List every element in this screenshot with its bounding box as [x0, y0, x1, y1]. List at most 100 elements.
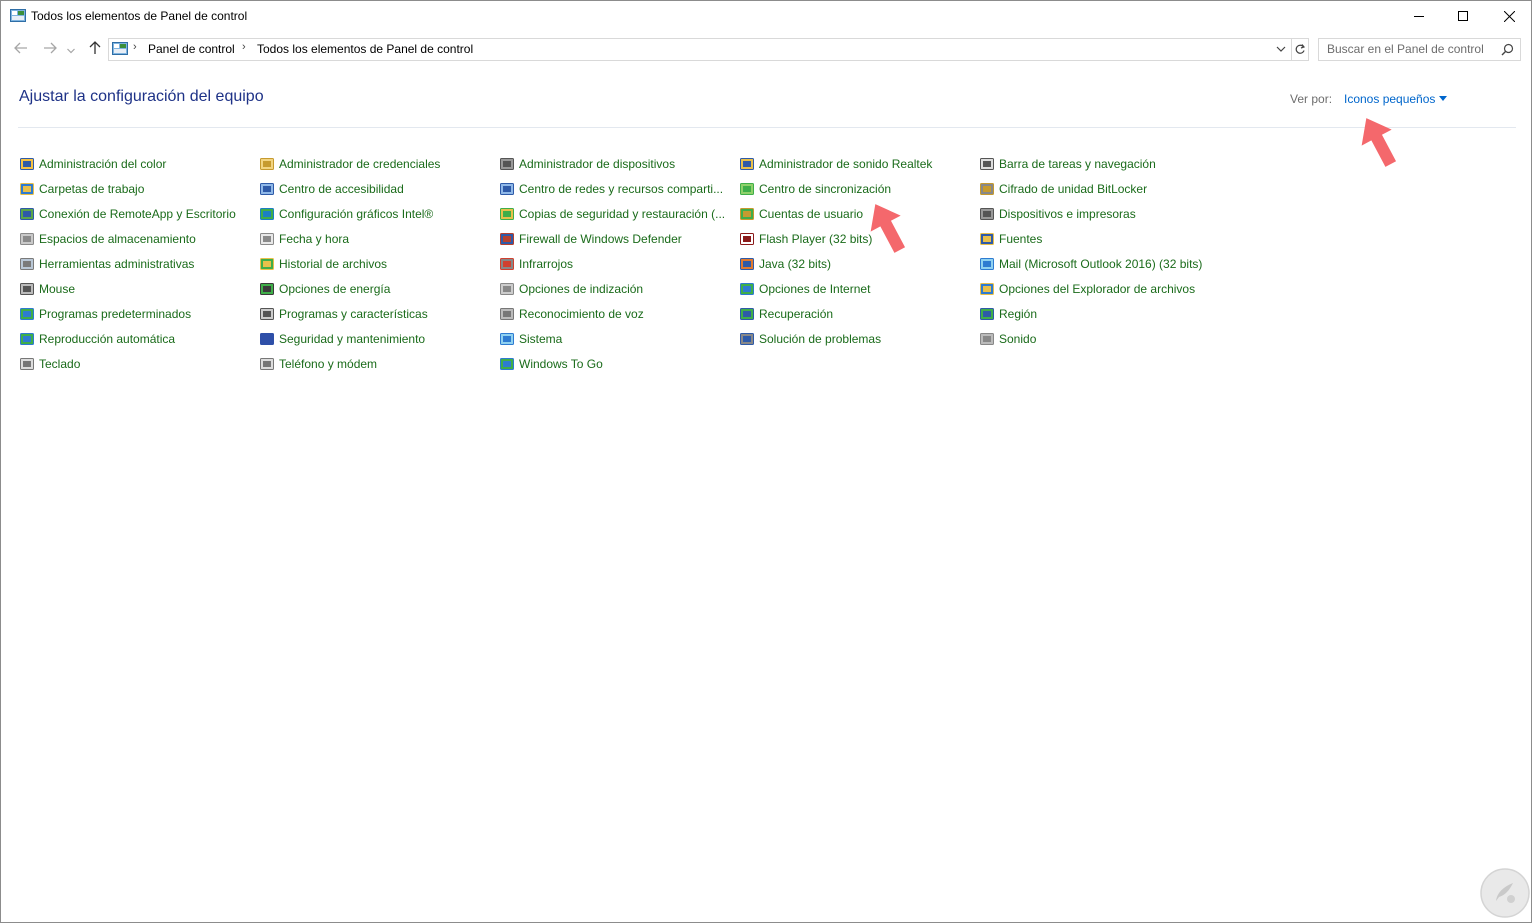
- control-panel-item[interactable]: Conexión de RemoteApp y Escritorio: [19, 204, 236, 224]
- minimize-button[interactable]: [1396, 1, 1442, 31]
- mouse-icon: [20, 283, 34, 295]
- forward-arrow-icon: [44, 42, 57, 54]
- control-panel-item[interactable]: Fecha y hora: [259, 229, 349, 249]
- control-panel-item-label: Administrador de credenciales: [279, 157, 441, 171]
- search-input[interactable]: Buscar en el Panel de control: [1318, 38, 1521, 61]
- control-panel-item[interactable]: Historial de archivos: [259, 254, 387, 274]
- sync-center-icon: [740, 183, 754, 195]
- control-panel-item[interactable]: Cifrado de unidad BitLocker: [979, 179, 1147, 199]
- control-panel-item-label: Sistema: [519, 332, 563, 346]
- control-panel-item[interactable]: Infrarrojos: [499, 254, 573, 274]
- control-panel-item[interactable]: Sonido: [979, 329, 1036, 349]
- control-panel-item-label: Recuperación: [759, 307, 834, 321]
- region-icon: [980, 308, 994, 320]
- site-logo-watermark: [1480, 868, 1530, 918]
- control-panel-item[interactable]: Mouse: [19, 279, 75, 299]
- control-panel-item[interactable]: Copias de seguridad y restauración (...: [499, 204, 725, 224]
- up-button[interactable]: [86, 41, 104, 57]
- control-panel-item[interactable]: Opciones del Explorador de archivos: [979, 279, 1195, 299]
- control-panel-item-label: Espacios de almacenamiento: [39, 232, 196, 246]
- autoplay-icon: [20, 333, 34, 345]
- control-panel-item[interactable]: Opciones de energía: [259, 279, 390, 299]
- control-panel-item[interactable]: Flash Player (32 bits): [739, 229, 872, 249]
- breadcrumb-all-items[interactable]: Todos los elementos de Panel de control: [257, 42, 473, 56]
- forward-button[interactable]: [41, 41, 59, 57]
- control-panel-item-label: Sonido: [999, 332, 1037, 346]
- control-panel-item[interactable]: Firewall de Windows Defender: [499, 229, 682, 249]
- control-panel-item[interactable]: Programas predeterminados: [19, 304, 191, 324]
- programs-features-icon: [260, 308, 274, 320]
- control-panel-item[interactable]: Fuentes: [979, 229, 1042, 249]
- breadcrumb-control-panel[interactable]: Panel de control: [148, 42, 235, 56]
- admin-tools-icon: [20, 258, 34, 270]
- control-panel-item[interactable]: Teléfono y módem: [259, 354, 377, 374]
- window-title: Todos los elementos de Panel de control: [31, 9, 248, 23]
- control-panel-item[interactable]: Reproducción automática: [19, 329, 175, 349]
- close-button[interactable]: [1486, 1, 1532, 31]
- control-panel-item[interactable]: Java (32 bits): [739, 254, 831, 274]
- control-panel-item[interactable]: Herramientas administrativas: [19, 254, 194, 274]
- mail-icon: [980, 258, 994, 270]
- control-panel-item[interactable]: Carpetas de trabajo: [19, 179, 144, 199]
- control-panel-item[interactable]: Centro de accesibilidad: [259, 179, 404, 199]
- control-panel-item[interactable]: Cuentas de usuario: [739, 204, 863, 224]
- control-panel-item-label: Mouse: [39, 282, 76, 296]
- address-history-button[interactable]: [1273, 39, 1289, 60]
- search-icon: [1501, 43, 1514, 56]
- control-panel-item[interactable]: Administración del color: [19, 154, 166, 174]
- control-panel-item[interactable]: Mail (Microsoft Outlook 2016) (32 bits): [979, 254, 1202, 274]
- control-panel-item-label: Teléfono y módem: [279, 357, 378, 371]
- control-panel-item[interactable]: Administrador de dispositivos: [499, 154, 675, 174]
- work-folders-icon: [20, 183, 34, 195]
- sound-icon: [980, 333, 994, 345]
- intel-graphics-icon: [260, 208, 274, 220]
- control-panel-item[interactable]: Sistema: [499, 329, 562, 349]
- control-panel-item[interactable]: Configuración gráficos Intel®: [259, 204, 433, 224]
- address-bar[interactable]: › Panel de control › Todos los elementos…: [108, 38, 1309, 61]
- control-panel-item-label: Centro de accesibilidad: [279, 182, 404, 196]
- control-panel-item-label: Cuentas de usuario: [759, 207, 864, 221]
- control-panel-item[interactable]: Barra de tareas y navegación: [979, 154, 1156, 174]
- back-button[interactable]: [12, 41, 30, 57]
- control-panel-item-label: Opciones del Explorador de archivos: [999, 282, 1196, 296]
- recent-locations-button[interactable]: [65, 41, 77, 57]
- control-panel-item[interactable]: Centro de redes y recursos comparti...: [499, 179, 723, 199]
- infrared-icon: [500, 258, 514, 270]
- view-by-label: Ver por:: [1290, 92, 1333, 106]
- network-center-icon: [500, 183, 514, 195]
- control-panel-item[interactable]: Recuperación: [739, 304, 833, 324]
- control-panel-item[interactable]: Opciones de Internet: [739, 279, 870, 299]
- view-by-dropdown[interactable]: Iconos pequeños: [1344, 92, 1435, 106]
- control-panel-item[interactable]: Región: [979, 304, 1037, 324]
- security-flag-icon: [260, 333, 274, 345]
- control-panel-item-label: Centro de redes y recursos comparti...: [519, 182, 724, 196]
- control-panel-item[interactable]: Reconocimiento de voz: [499, 304, 644, 324]
- search-placeholder: Buscar en el Panel de control: [1327, 42, 1484, 56]
- control-panel-item[interactable]: Windows To Go: [499, 354, 603, 374]
- control-panel-item[interactable]: Administrador de sonido Realtek: [739, 154, 932, 174]
- close-icon: [1503, 10, 1515, 22]
- dropdown-caret-icon[interactable]: [1439, 96, 1447, 101]
- control-panel-item[interactable]: Administrador de credenciales: [259, 154, 440, 174]
- maximize-button[interactable]: [1440, 1, 1486, 31]
- control-panel-item[interactable]: Programas y características: [259, 304, 428, 324]
- default-programs-icon: [20, 308, 34, 320]
- minimize-icon: [1414, 16, 1424, 17]
- bitlocker-icon: [980, 183, 994, 195]
- control-panel-item[interactable]: Opciones de indización: [499, 279, 643, 299]
- control-panel-item[interactable]: Teclado: [19, 354, 80, 374]
- control-panel-item[interactable]: Solución de problemas: [739, 329, 881, 349]
- control-panel-item[interactable]: Centro de sincronización: [739, 179, 891, 199]
- title-bar: Todos los elementos de Panel de control: [1, 1, 1531, 32]
- control-panel-item-label: Windows To Go: [519, 357, 603, 371]
- control-panel-item-label: Administrador de dispositivos: [519, 157, 676, 171]
- control-panel-item[interactable]: Espacios de almacenamiento: [19, 229, 196, 249]
- power-options-icon: [260, 283, 274, 295]
- control-panel-item-label: Java (32 bits): [759, 257, 832, 271]
- refresh-button[interactable]: [1291, 39, 1308, 60]
- control-panel-item-label: Fuentes: [999, 232, 1043, 246]
- control-panel-item[interactable]: Dispositivos e impresoras: [979, 204, 1136, 224]
- breadcrumb-separator-icon: ›: [242, 41, 246, 53]
- control-panel-item-label: Herramientas administrativas: [39, 257, 195, 271]
- control-panel-item[interactable]: Seguridad y mantenimiento: [259, 329, 425, 349]
